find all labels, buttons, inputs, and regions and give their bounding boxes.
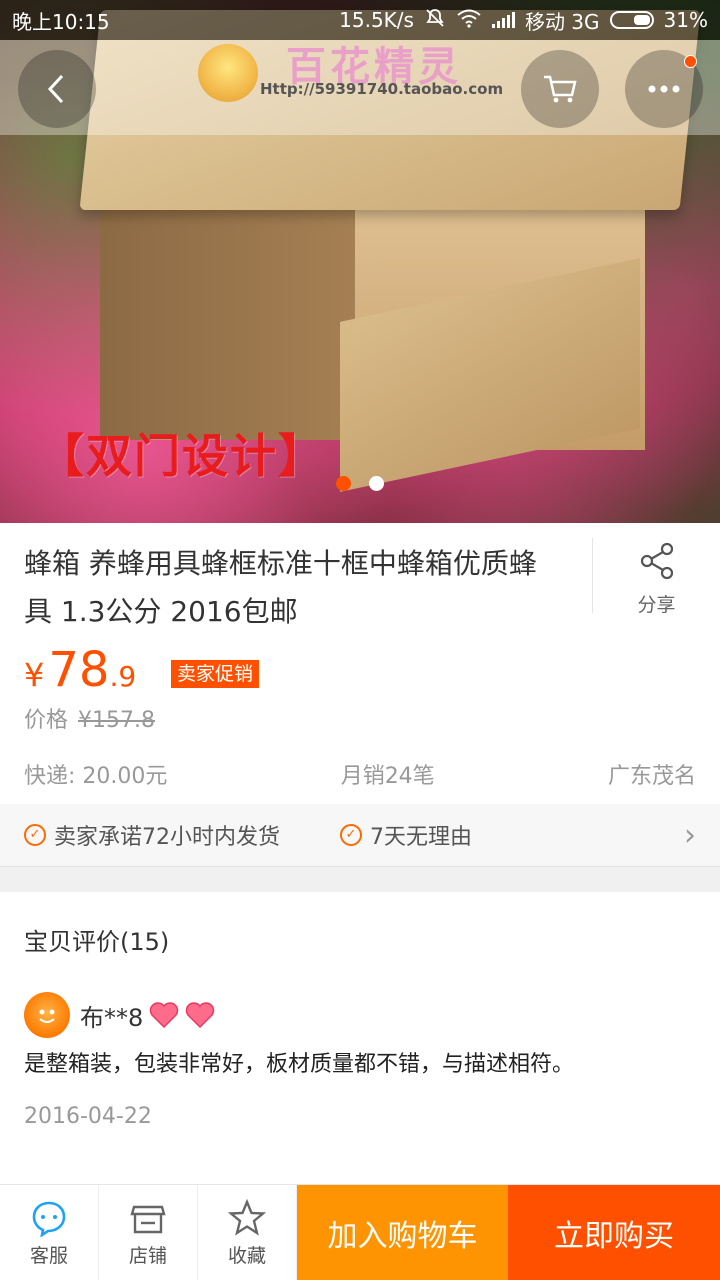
customer-service-button[interactable]: 客服: [0, 1185, 99, 1280]
shipping-fee: 快递: 20.00元: [24, 764, 168, 789]
product-title: 蜂箱 养蜂用具蜂框标准十框中蜂箱优质蜂具 1.3公分 2016包邮: [24, 547, 537, 628]
shop-button[interactable]: 店铺: [99, 1185, 198, 1280]
bottom-action-bar: 客服 店铺 收藏 加入购物车 立即购买: [0, 1184, 720, 1280]
shop-icon: [130, 1205, 166, 1233]
share-icon: [640, 542, 673, 580]
carrier: 移动 3G: [524, 9, 600, 34]
product-image-carousel[interactable]: 百花精灵 Http://59391740.taobao.com 【双门设计】: [0, 0, 720, 523]
favorite-label: 收藏: [227, 1244, 266, 1267]
shop-logo-icon: [198, 44, 258, 102]
reviewer-name: 布**8: [80, 1003, 144, 1032]
promo-label: 【双门设计】: [38, 429, 326, 483]
monthly-sales: 月销24笔: [340, 764, 435, 789]
notification-dot: [684, 55, 697, 68]
share-label: 分享: [637, 594, 676, 616]
guarantee-item: ✓ 7天无理由: [340, 819, 472, 851]
guarantee-label: 卖家承诺72小时内发货: [54, 825, 280, 850]
watermark-url: Http://59391740.taobao.com: [260, 80, 504, 98]
original-price-row: 价格 ¥157.8: [24, 702, 155, 734]
location: 广东茂名: [607, 764, 696, 789]
price-integer: 78: [48, 642, 110, 698]
mute-icon: [424, 8, 446, 33]
check-circle-icon: ✓: [340, 824, 362, 846]
carousel-indicator: [336, 476, 384, 491]
guarantee-label: 7天无理由: [370, 825, 472, 850]
battery-icon: [609, 11, 654, 29]
battery-percent: 31%: [663, 8, 708, 32]
more-icon: [648, 85, 680, 93]
signal-icon: [491, 12, 515, 28]
cart-button[interactable]: [521, 50, 599, 128]
chevron-right-icon: ›: [684, 817, 696, 853]
heart-badge-icon: [185, 1002, 215, 1029]
price: ¥ 78 .9: [24, 642, 136, 698]
service-label: 客服: [29, 1244, 68, 1267]
reviewer: 布**8: [24, 992, 215, 1038]
favorite-button[interactable]: 收藏: [198, 1185, 297, 1280]
reviews-header[interactable]: 宝贝评价(15): [24, 922, 169, 957]
status-bar: 晚上10:15 15.5K/s 移动 3G 31%: [0, 0, 720, 40]
wifi-icon: [456, 8, 482, 33]
net-speed: 15.5K/s: [339, 8, 414, 32]
back-button[interactable]: [18, 50, 96, 128]
shipping-row: 快递: 20.00元 月销24笔 广东茂名: [24, 758, 696, 790]
guarantee-item: ✓ 卖家承诺72小时内发货: [24, 819, 280, 851]
cart-icon: [544, 75, 577, 103]
original-price: ¥157.8: [78, 708, 155, 733]
chat-bubble-icon: [32, 1201, 66, 1237]
shop-label: 店铺: [128, 1244, 167, 1267]
buy-now-button[interactable]: 立即购买: [508, 1185, 720, 1280]
check-circle-icon: ✓: [24, 824, 46, 846]
carousel-dot: [369, 476, 384, 491]
star-icon: [228, 1198, 266, 1236]
status-time: 晚上10:15: [12, 9, 110, 34]
section-divider: [0, 866, 720, 892]
avatar: [24, 992, 70, 1038]
share-button[interactable]: 分享: [592, 538, 720, 616]
guarantee-row[interactable]: ✓ 卖家承诺72小时内发货 ✓ 7天无理由 ›: [0, 804, 720, 866]
original-price-label: 价格: [24, 708, 69, 733]
add-to-cart-button[interactable]: 加入购物车: [297, 1185, 508, 1280]
chevron-left-icon: [47, 74, 64, 104]
carousel-dot-active: [336, 476, 351, 491]
promo-badge: 卖家促销: [171, 660, 260, 688]
heart-badge-icon: [149, 1002, 179, 1029]
price-symbol: ¥: [24, 656, 45, 694]
price-decimal: .9: [109, 660, 137, 693]
review-text: 是整箱装，包装非常好，板材质量都不错，与描述相符。: [24, 1052, 575, 1077]
status-right: 15.5K/s 移动 3G 31%: [339, 6, 708, 35]
review-date: 2016-04-22: [24, 1104, 152, 1129]
